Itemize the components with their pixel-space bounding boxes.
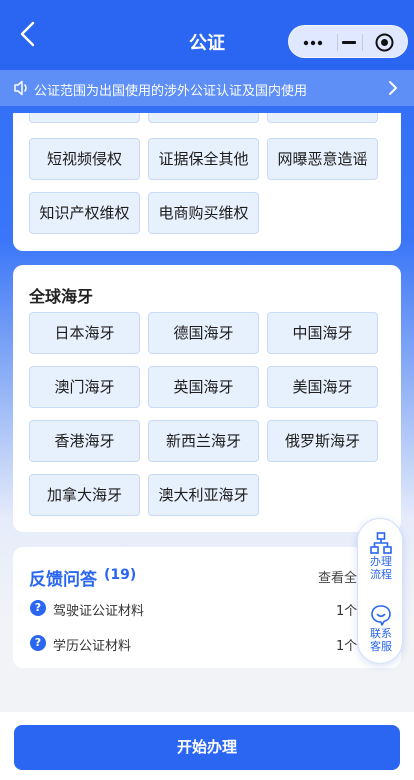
question-icon: ? (30, 600, 46, 616)
service-label: 客服 (370, 640, 392, 653)
service-chip-hidden[interactable] (29, 113, 140, 123)
minimize-icon[interactable] (342, 41, 356, 44)
hague-chip[interactable]: 德国海牙 (148, 312, 259, 354)
start-processing-button[interactable]: 开始办理 (14, 725, 400, 770)
notice-text: 公证范围为出国使用的涉外公证认证及国内使用 (34, 84, 308, 99)
service-chip[interactable]: 网曝恶意造谣 (267, 138, 378, 180)
service-card: 短视频侵权 证据保全其他 网曝恶意造谣 知识产权维权 电商购买维权 (13, 113, 401, 251)
service-chip[interactable]: 电商购买维权 (148, 192, 259, 234)
feedback-item[interactable]: ? 学历公证材料 1个 (29, 634, 389, 654)
bottom-action-bar: 开始办理 (0, 712, 414, 780)
service-chip-hidden[interactable] (267, 113, 378, 123)
feedback-item-count: 1个 (336, 639, 358, 654)
process-flow-button[interactable]: 办理 流程 (358, 531, 404, 581)
hague-chip[interactable]: 新西兰海牙 (148, 420, 259, 462)
hague-chip[interactable]: 俄罗斯海牙 (267, 420, 378, 462)
hague-chip[interactable]: 香港海牙 (29, 420, 140, 462)
close-target-icon[interactable] (375, 33, 394, 52)
contact-service-button[interactable]: 联系 客服 (358, 603, 404, 653)
feedback-item-label: 驾驶证公证材料 (53, 604, 145, 619)
hague-chip[interactable]: 日本海牙 (29, 312, 140, 354)
feedback-item-count: 1个 (336, 604, 358, 619)
speaker-icon (14, 80, 27, 96)
hague-chip[interactable]: 澳门海牙 (29, 366, 140, 408)
chevron-right-icon (389, 81, 397, 95)
hague-chip[interactable]: 中国海牙 (267, 312, 378, 354)
floating-side-panel: 办理 流程 联系 客服 (357, 518, 403, 664)
hague-chip[interactable]: 澳大利亚海牙 (148, 474, 259, 516)
miniprogram-capsule (288, 25, 408, 58)
capsule-divider (337, 34, 338, 51)
feedback-item-label: 学历公证材料 (53, 639, 132, 654)
nav-header: 公证 (0, 0, 414, 80)
global-hague-card: 全球海牙 日本海牙 德国海牙 中国海牙 澳门海牙 英国海牙 美国海牙 香港海牙 … (13, 265, 401, 532)
notice-bar[interactable]: 公证范围为出国使用的涉外公证认证及国内使用 (0, 70, 414, 106)
hague-chip[interactable]: 加拿大海牙 (29, 474, 140, 516)
section-title: 全球海牙 (29, 287, 94, 306)
service-chip[interactable]: 证据保全其他 (148, 138, 259, 180)
hague-chip[interactable]: 英国海牙 (148, 366, 259, 408)
flowchart-icon (370, 532, 392, 554)
view-all-link[interactable]: 查看全 (318, 567, 357, 586)
service-chip[interactable]: 知识产权维权 (29, 192, 140, 234)
feedback-title: 反馈问答 (29, 570, 97, 590)
feedback-count: (19) (104, 567, 137, 583)
hague-chip[interactable]: 美国海牙 (267, 366, 378, 408)
process-label: 流程 (370, 568, 392, 581)
service-chip[interactable]: 短视频侵权 (29, 138, 140, 180)
service-label: 联系 (370, 627, 392, 640)
feedback-card: 反馈问答 (19) 查看全 ? 驾驶证公证材料 1个 ? 学历公证材料 1个 (13, 547, 401, 668)
more-dots-icon[interactable] (303, 40, 323, 46)
feedback-item[interactable]: ? 驾驶证公证材料 1个 (29, 599, 389, 619)
process-label: 办理 (370, 555, 392, 568)
question-icon: ? (30, 635, 46, 651)
capsule-divider (362, 34, 363, 51)
chat-smile-icon (371, 605, 391, 626)
service-chip-hidden[interactable] (148, 113, 259, 123)
